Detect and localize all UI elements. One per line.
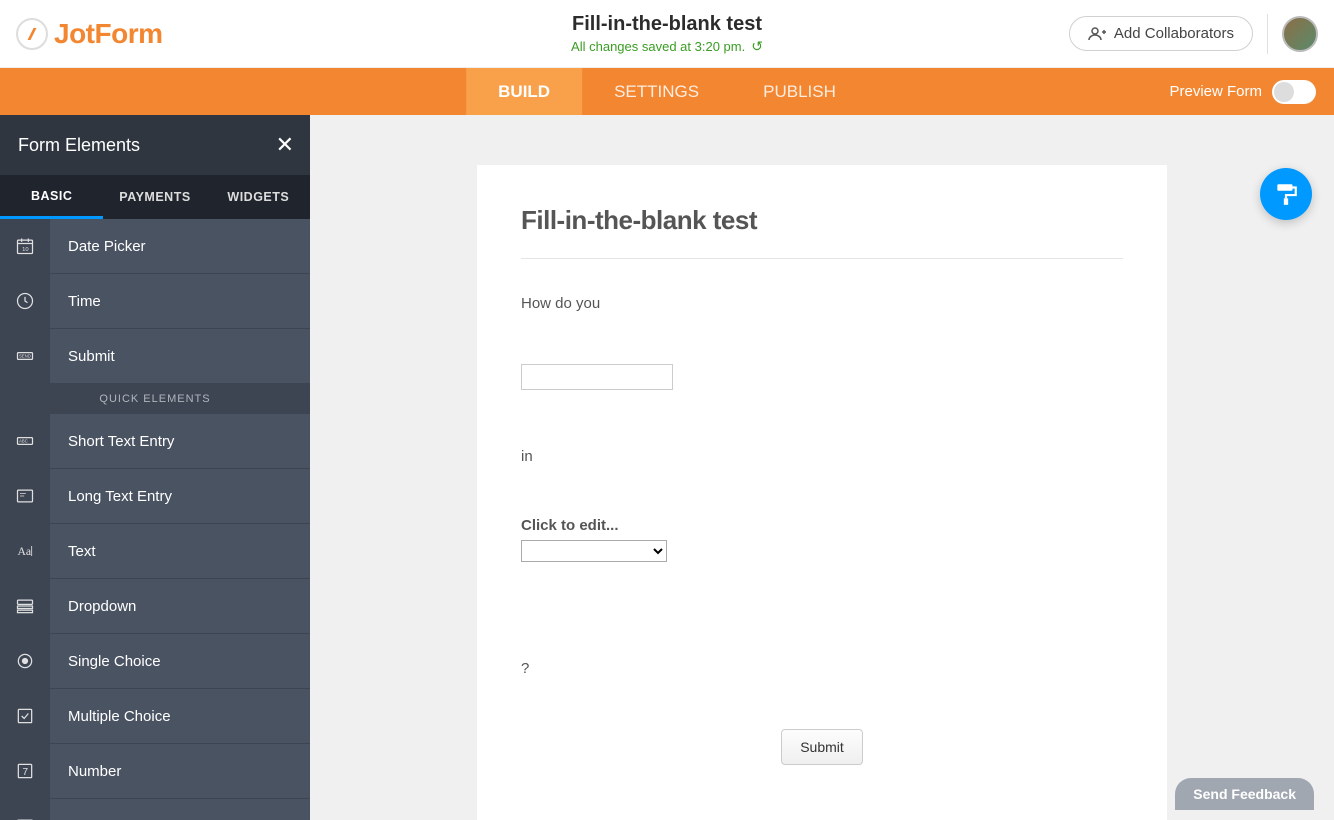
element-label: Multiple Choice [50,708,171,725]
preview-toggle[interactable] [1272,80,1316,104]
text-icon: Aa [15,541,35,561]
sidebar-tab-payments[interactable]: PAYMENTS [103,175,206,219]
close-icon[interactable]: ✕ [276,132,294,158]
element-number[interactable]: 7 Number [0,744,310,799]
submit-icon: SEND [15,346,35,366]
form-title[interactable]: Fill-in-the-blank test [571,13,763,36]
element-date-picker[interactable]: 10 Date Picker [0,219,310,274]
svg-text:7: 7 [23,767,29,778]
element-label: Long Text Entry [50,488,172,505]
dropdown-label[interactable]: Click to edit... [521,517,1123,534]
form-text-2[interactable]: in [521,448,1123,465]
element-short-text[interactable]: ABC Short Text Entry [0,414,310,469]
element-label: Text [50,543,96,560]
element-multiple-choice[interactable]: Multiple Choice [0,689,310,744]
save-status: All changes saved at 3:20 pm. ↺ [571,38,763,55]
logo-text: JotForm [54,18,163,50]
element-dropdown[interactable]: Dropdown [0,579,310,634]
add-collaborators-button[interactable]: Add Collaborators [1069,16,1253,51]
text-input-field[interactable] [521,364,673,390]
form-text-1[interactable]: How do you [521,295,1123,312]
logo-icon [16,18,48,50]
element-text[interactable]: Aa Text [0,524,310,579]
svg-text:Aa: Aa [18,545,32,558]
logo[interactable]: JotForm [16,18,163,50]
element-label: Date Picker [50,238,146,255]
nav-bar: BUILD SETTINGS PUBLISH Preview Form [0,68,1334,115]
element-label: Dropdown [50,598,136,615]
header-center: Fill-in-the-blank test All changes saved… [571,13,763,55]
section-quick-elements: QUICK ELEMENTS [0,384,310,414]
dropdown-icon [15,596,35,616]
element-submit[interactable]: SEND Submit [0,329,310,384]
element-label: Time [50,293,101,310]
save-status-text: All changes saved at 3:20 pm. [571,39,745,54]
element-label: Number [50,763,121,780]
submit-button[interactable]: Submit [781,729,863,765]
svg-text:10: 10 [22,247,29,253]
element-single-choice[interactable]: Single Choice [0,634,310,689]
element-label: Single Choice [50,653,161,670]
form-heading[interactable]: Fill-in-the-blank test [521,205,1123,236]
collaborators-icon [1088,27,1106,41]
date-icon: 10 [15,236,35,256]
form-divider [521,258,1123,259]
avatar[interactable] [1282,16,1318,52]
svg-text:ABC: ABC [19,439,28,444]
form-text-3[interactable]: ? [521,660,1123,677]
sidebar-tabs: BASIC PAYMENTS WIDGETS [0,175,310,219]
checkbox-icon [15,706,35,726]
sidebar-title: Form Elements [18,135,140,156]
revert-icon[interactable]: ↺ [751,38,763,55]
svg-text:SEND: SEND [19,354,31,359]
tab-settings[interactable]: SETTINGS [582,68,731,115]
number-icon: 7 [15,761,35,781]
element-long-text[interactable]: Long Text Entry [0,469,310,524]
time-icon [15,291,35,311]
tab-publish[interactable]: PUBLISH [731,68,868,115]
element-label: Short Text Entry [50,433,174,450]
element-label: Submit [50,348,115,365]
header-divider [1267,14,1268,54]
short-text-icon: ABC [15,431,35,451]
sidebar-tab-basic[interactable]: BASIC [0,175,103,219]
tab-build[interactable]: BUILD [466,68,582,115]
form-canvas[interactable]: Fill-in-the-blank test How do you in Cli… [310,115,1334,820]
sidebar-tab-widgets[interactable]: WIDGETS [207,175,310,219]
nav-tabs: BUILD SETTINGS PUBLISH [466,68,868,115]
element-list[interactable]: 10 Date Picker Time SEND Submit QUICK EL… [0,219,310,820]
top-header: JotForm Fill-in-the-blank test All chang… [0,0,1334,68]
form-designer-fab[interactable] [1260,168,1312,220]
preview-label: Preview Form [1169,83,1262,100]
preview-form-toggle-wrap: Preview Form [1169,80,1334,104]
element-time[interactable]: Time [0,274,310,329]
form-card[interactable]: Fill-in-the-blank test How do you in Cli… [477,165,1167,820]
sidebar: Form Elements ✕ BASIC PAYMENTS WIDGETS 1… [0,115,310,820]
long-text-icon [15,486,35,506]
sidebar-header: Form Elements ✕ [0,115,310,175]
element-image[interactable]: Image [0,799,310,820]
radio-icon [15,651,35,671]
send-feedback-button[interactable]: Send Feedback [1175,778,1314,810]
paint-roller-icon [1273,181,1299,207]
image-icon [15,816,35,820]
dropdown-field[interactable] [521,540,667,562]
collab-label: Add Collaborators [1114,25,1234,42]
